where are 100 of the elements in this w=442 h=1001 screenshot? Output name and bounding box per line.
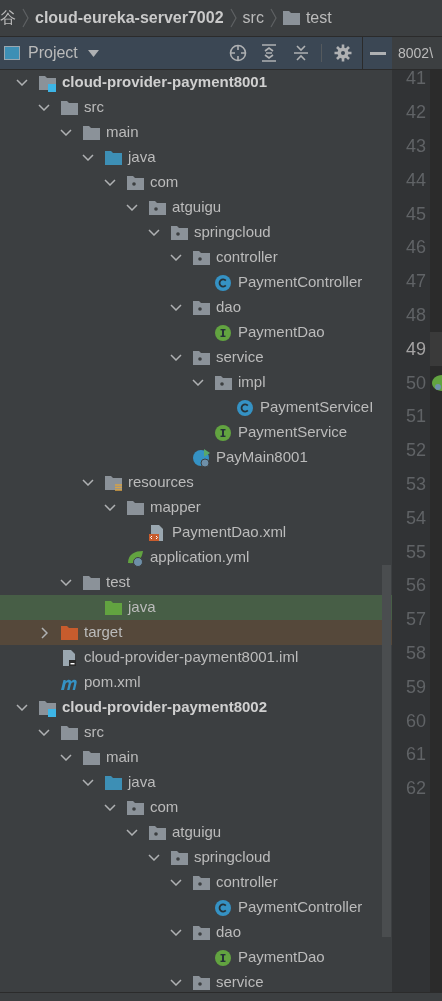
tree-item[interactable]: java xyxy=(128,596,156,619)
chevron-down-icon[interactable] xyxy=(170,979,182,986)
tree-item[interactable]: PayMain8001 xyxy=(216,446,308,469)
folder-icon xyxy=(60,623,78,642)
interface-icon xyxy=(214,948,232,967)
tree-item[interactable]: test xyxy=(106,571,131,594)
tree-item[interactable]: cloud-provider-payment8001.iml xyxy=(84,646,299,669)
panel-title[interactable]: Project xyxy=(28,41,78,65)
chevron-down-icon[interactable] xyxy=(104,179,116,186)
minimize-icon[interactable] xyxy=(369,51,386,55)
folder-icon xyxy=(60,98,78,117)
breadcrumb-item[interactable]: 谷 xyxy=(0,6,16,30)
chevron-down-icon[interactable] xyxy=(126,204,138,211)
chevron-down-icon[interactable] xyxy=(104,504,116,511)
package-folder-icon xyxy=(148,198,166,217)
tree-item[interactable]: PaymentService xyxy=(238,421,348,444)
tree-item[interactable]: java xyxy=(128,771,156,794)
file-icon xyxy=(60,648,78,667)
tree-item[interactable]: com xyxy=(150,796,179,819)
chevron-down-icon[interactable] xyxy=(148,229,160,236)
tree-item[interactable]: PaymentDao.xml xyxy=(172,521,287,544)
tree-item[interactable]: controller xyxy=(216,246,278,269)
module-folder-icon xyxy=(38,73,56,92)
tree-item[interactable]: target xyxy=(84,621,123,644)
chevron-down-icon[interactable] xyxy=(170,304,182,311)
tree-item[interactable]: PaymentServiceI xyxy=(260,396,374,419)
chevron-down-icon[interactable] xyxy=(126,829,138,836)
folder-icon xyxy=(104,148,122,167)
tree-item[interactable]: dao xyxy=(216,296,242,319)
tree-item[interactable]: application.yml xyxy=(150,546,250,569)
tree-item[interactable]: service xyxy=(216,971,264,994)
bean-icon[interactable] xyxy=(432,374,442,393)
chevron-separator-icon xyxy=(269,8,277,28)
breadcrumb-item[interactable]: test xyxy=(305,6,332,30)
tree-item[interactable]: atguigu xyxy=(172,821,222,844)
chevron-down-icon[interactable] xyxy=(38,104,50,111)
tree-item[interactable]: PaymentController xyxy=(238,896,363,919)
interface-icon xyxy=(214,423,232,442)
breadcrumb-item[interactable]: cloud-eureka-server7002 xyxy=(35,6,224,30)
folder-icon xyxy=(126,498,144,517)
dropdown-icon[interactable] xyxy=(87,49,99,57)
expand-all-icon[interactable] xyxy=(261,44,277,62)
chevron-down-icon[interactable] xyxy=(170,929,182,936)
chevron-down-icon[interactable] xyxy=(16,79,28,86)
chevron-down-icon[interactable] xyxy=(170,879,182,886)
breadcrumb-item[interactable]: src xyxy=(242,6,264,30)
tree-item[interactable]: resources xyxy=(128,471,194,494)
locate-icon[interactable] xyxy=(229,44,247,62)
line-number: 49 xyxy=(404,337,426,361)
tree-item[interactable]: dao xyxy=(216,921,242,944)
tree-item[interactable]: java xyxy=(128,146,156,169)
tree-item[interactable]: pom.xml xyxy=(84,671,141,694)
tree-item[interactable]: atguigu xyxy=(172,196,222,219)
package-folder-icon xyxy=(126,173,144,192)
chevron-down-icon[interactable] xyxy=(60,579,72,586)
run-class-icon xyxy=(192,448,210,467)
folder-icon xyxy=(282,11,300,25)
tree-item[interactable]: mapper xyxy=(150,496,201,519)
chevron-down-icon[interactable] xyxy=(192,379,204,386)
package-folder-icon xyxy=(192,923,210,942)
tree-item[interactable]: src xyxy=(84,721,104,744)
chevron-down-icon[interactable] xyxy=(170,354,182,361)
tree-item[interactable]: main xyxy=(106,746,139,769)
chevron-down-icon[interactable] xyxy=(82,154,94,161)
chevron-down-icon[interactable] xyxy=(82,779,94,786)
tree-item[interactable]: cloud-provider-payment8002 xyxy=(62,696,268,719)
tree-item[interactable]: springcloud xyxy=(194,846,271,869)
tree-item[interactable]: cloud-provider-payment8001 xyxy=(62,71,268,94)
package-folder-icon xyxy=(192,248,210,267)
tree-item[interactable]: main xyxy=(106,121,139,144)
package-folder-icon xyxy=(170,848,188,867)
package-folder-icon xyxy=(170,223,188,242)
chevron-down-icon[interactable] xyxy=(170,254,182,261)
chevron-down-icon[interactable] xyxy=(148,854,160,861)
tree-item[interactable]: PaymentDao xyxy=(238,946,325,969)
tree-item[interactable]: service xyxy=(216,346,264,369)
tree-row[interactable]: target xyxy=(0,620,392,645)
collapse-all-icon[interactable] xyxy=(293,44,309,62)
package-folder-icon xyxy=(192,348,210,367)
tree-item[interactable]: impl xyxy=(238,371,266,394)
chevron-down-icon[interactable] xyxy=(82,479,94,486)
settings-icon[interactable] xyxy=(334,44,352,62)
tree-item[interactable]: controller xyxy=(216,871,278,894)
chevron-down-icon[interactable] xyxy=(104,804,116,811)
tree-item[interactable]: com xyxy=(150,171,179,194)
tree-item[interactable]: PaymentDao xyxy=(238,321,325,344)
chevron-down-icon[interactable] xyxy=(16,704,28,711)
tree-item[interactable]: src xyxy=(84,96,104,119)
chevron-down-icon[interactable] xyxy=(60,129,72,136)
chevron-right-icon[interactable] xyxy=(40,626,48,639)
tree-row[interactable]: java xyxy=(0,595,392,620)
scrollbar[interactable] xyxy=(382,565,391,937)
folder-icon xyxy=(104,773,122,792)
panel-icon xyxy=(4,46,20,60)
tree-item[interactable]: PaymentController xyxy=(238,271,363,294)
chevron-down-icon[interactable] xyxy=(60,754,72,761)
class-icon xyxy=(236,398,254,417)
tree-item[interactable]: springcloud xyxy=(194,221,271,244)
chevron-down-icon[interactable] xyxy=(38,729,50,736)
package-folder-icon xyxy=(192,298,210,317)
